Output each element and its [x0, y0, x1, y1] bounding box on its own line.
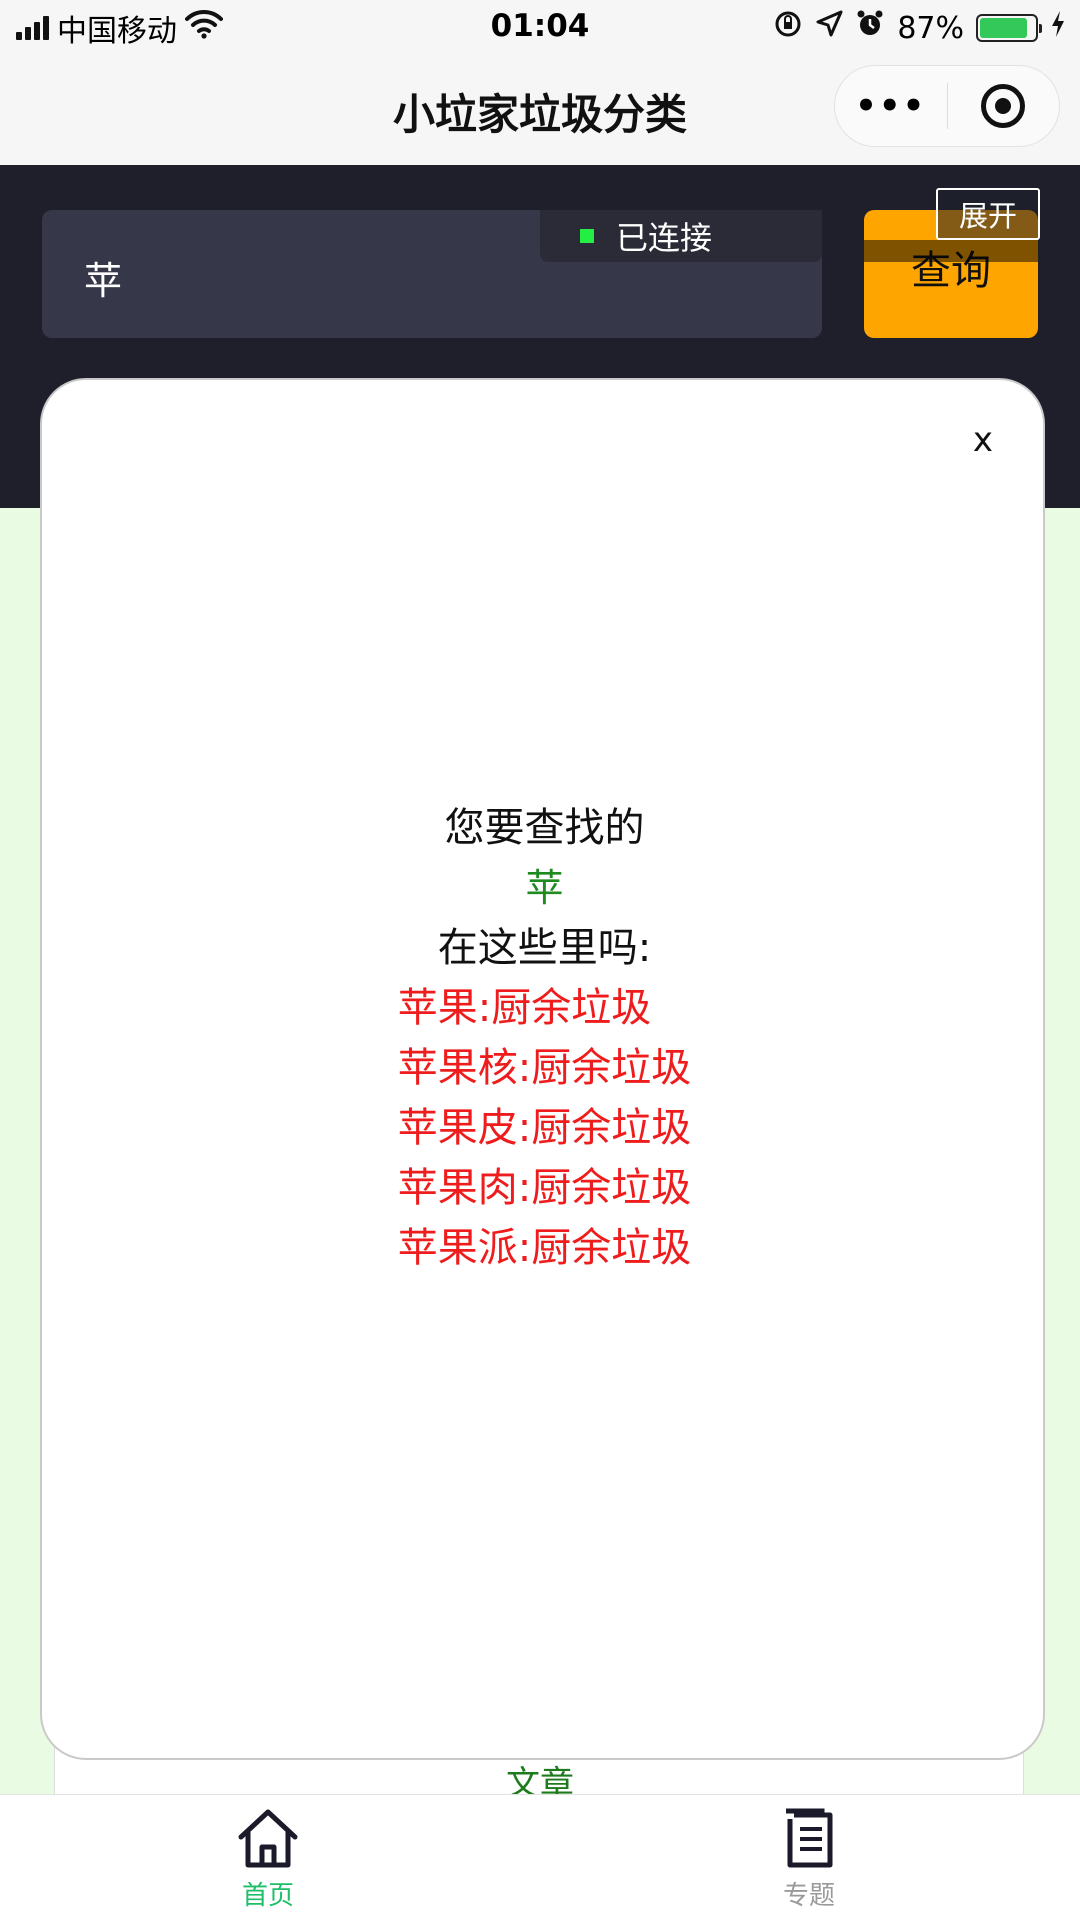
prompt-line-1: 您要查找的: [444, 805, 645, 851]
suggestion-modal: x 您要查找的 苹 在这些里吗: 苹果:厨余垃圾 苹果核:厨余垃圾 苹果皮:厨余…: [40, 378, 1045, 1760]
status-bar: 中国移动 01:04 87%: [0, 0, 1080, 55]
tab-home[interactable]: 首页: [168, 1805, 368, 1915]
connection-status-label: 已连接: [616, 219, 713, 257]
orientation-lock-icon: [773, 9, 803, 47]
nav-bar: 小垃家垃圾分类 •••: [0, 55, 1080, 165]
modal-body: 您要查找的 苹 在这些里吗: 苹果:厨余垃圾 苹果核:厨余垃圾 苹果皮:厨余垃圾…: [42, 798, 1047, 1278]
results-list: 苹果:厨余垃圾 苹果核:厨余垃圾 苹果皮:厨余垃圾 苹果肉:厨余垃圾 苹果派:厨…: [398, 978, 691, 1278]
connected-indicator-icon: [580, 229, 594, 243]
battery-percent: 87%: [897, 10, 964, 46]
tab-topics[interactable]: 专题: [709, 1805, 909, 1915]
status-right: 87%: [773, 8, 1066, 48]
tab-home-label: 首页: [241, 1881, 294, 1911]
result-item[interactable]: 苹果皮:厨余垃圾: [398, 1098, 691, 1158]
more-icon[interactable]: •••: [835, 86, 947, 126]
target-icon[interactable]: [948, 84, 1060, 128]
alarm-icon: [855, 9, 885, 47]
result-item[interactable]: 苹果肉:厨余垃圾: [398, 1158, 691, 1218]
home-icon: [238, 1809, 298, 1868]
mini-program-capsule: •••: [834, 65, 1060, 147]
result-item[interactable]: 苹果:厨余垃圾: [398, 978, 691, 1038]
charging-icon: [1050, 10, 1066, 46]
close-button[interactable]: x: [973, 420, 993, 460]
tab-bar: 首页 专题: [0, 1794, 1080, 1920]
location-icon: [815, 10, 843, 46]
result-item[interactable]: 苹果派:厨余垃圾: [398, 1218, 691, 1278]
prompt-line-2: 在这些里吗:: [437, 925, 652, 971]
battery-icon: [976, 14, 1042, 42]
tab-topics-label: 专题: [782, 1881, 835, 1911]
overlay-shade: [864, 240, 1038, 262]
search-input-value: 苹: [84, 259, 123, 303]
expand-button[interactable]: 展开: [936, 188, 1040, 240]
battery-fill: [980, 18, 1027, 38]
connection-status: 已连接: [540, 210, 822, 262]
search-keyword: 苹: [525, 866, 564, 910]
result-item[interactable]: 苹果核:厨余垃圾: [398, 1038, 691, 1098]
document-icon: [786, 1808, 833, 1868]
